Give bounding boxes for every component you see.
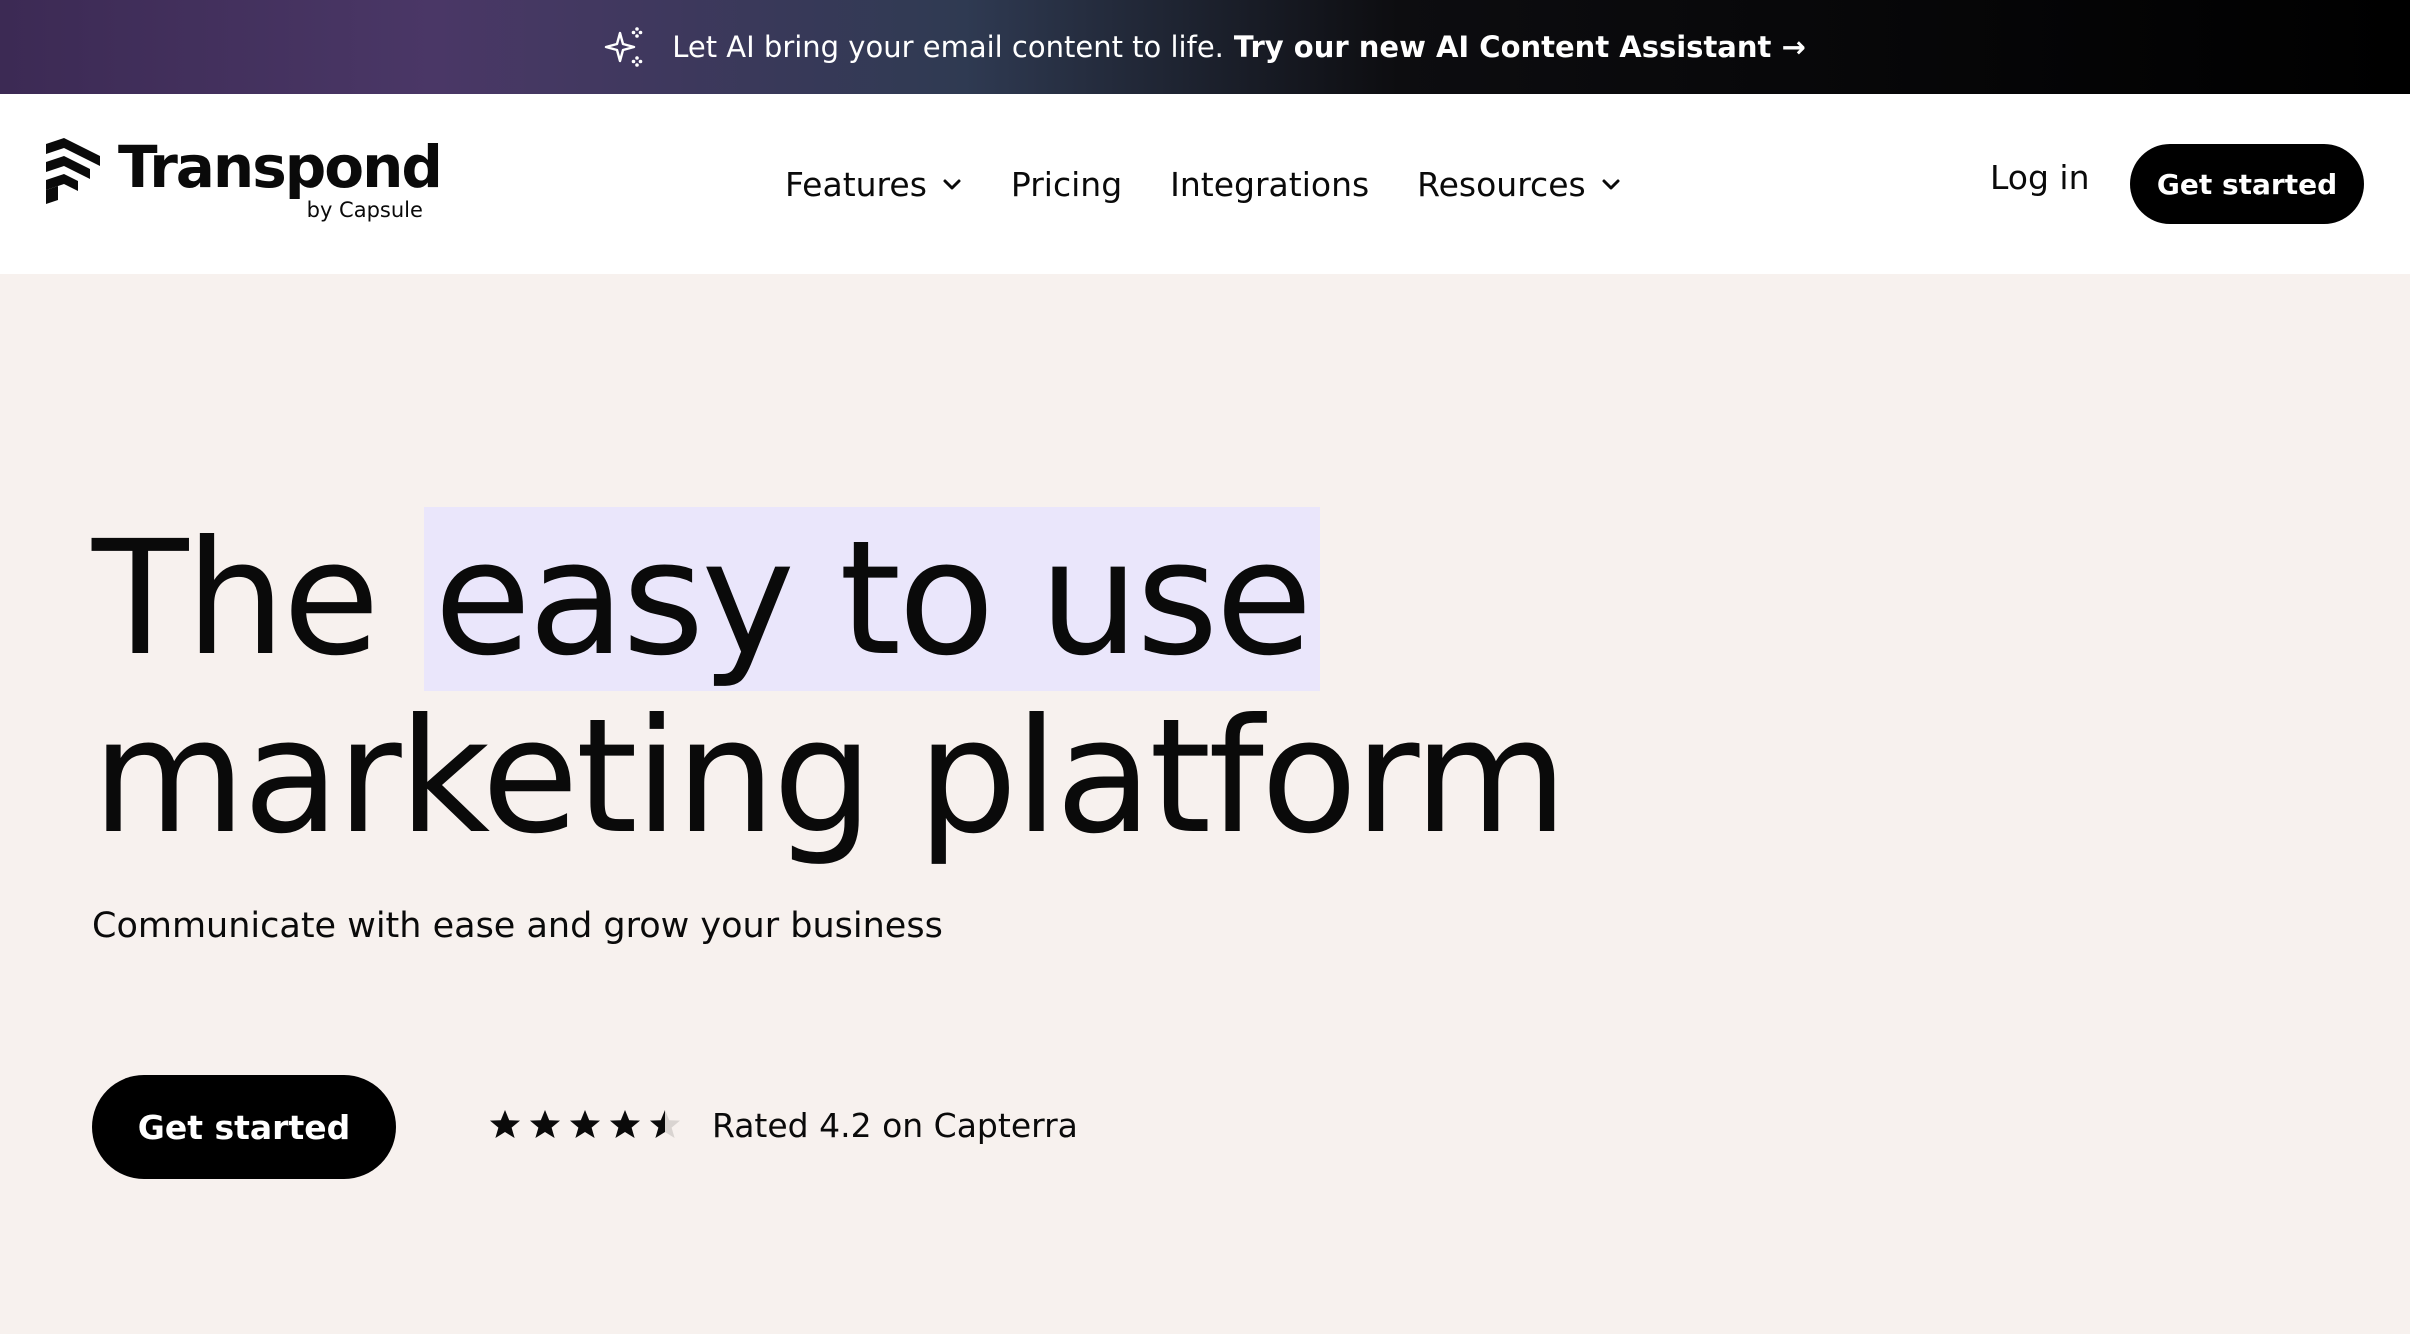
rating-text: Rated 4.2 on Capterra: [712, 1106, 1078, 1145]
ai-assistant-link[interactable]: Try our new AI Content Assistant →: [1234, 30, 1806, 64]
header-get-started-button[interactable]: Get started: [2130, 144, 2364, 224]
headline-end: marketing platform: [92, 685, 1568, 869]
star-icon: [530, 1110, 560, 1138]
hero-section: The easy to use marketing platform Commun…: [0, 274, 2410, 1334]
star-icon: [650, 1110, 680, 1138]
nav-features[interactable]: Features: [785, 165, 963, 204]
star-icon: [570, 1110, 600, 1138]
star-icon: [610, 1110, 640, 1138]
headline-start: The: [92, 507, 380, 691]
nav-pricing-label: Pricing: [1010, 164, 1123, 204]
chevron-down-icon: [1602, 179, 1620, 190]
hero-get-started-button[interactable]: Get started: [92, 1075, 396, 1179]
star-rating: [488, 1108, 688, 1142]
headline-highlight: easy to use: [424, 507, 1320, 691]
nav-pricing[interactable]: Pricing: [1011, 165, 1122, 204]
main-menu: Features Pricing Integrations Resources: [785, 94, 1670, 274]
star-icon: [490, 1110, 520, 1138]
brand-subtitle: by Capsule: [306, 198, 423, 222]
login-link[interactable]: Log in: [1990, 158, 2090, 197]
chevron-down-icon: [943, 179, 961, 190]
top-navigation: Transpond by Capsule Features Pricing In…: [0, 94, 2410, 274]
nav-integrations[interactable]: Integrations: [1170, 165, 1369, 204]
transpond-logo-icon: [46, 138, 100, 204]
nav-features-label: Features: [785, 164, 927, 204]
nav-integrations-label: Integrations: [1170, 164, 1370, 204]
sparkle-icon: [605, 27, 643, 67]
announcement-banner: Let AI bring your email content to life.…: [0, 0, 2410, 94]
brand-name: Transpond: [118, 133, 443, 201]
hero-headline: The easy to use marketing platform: [92, 507, 1568, 869]
nav-resources[interactable]: Resources: [1417, 165, 1622, 204]
nav-resources-label: Resources: [1417, 164, 1586, 204]
hero-subtitle: Communicate with ease and grow your busi…: [92, 906, 943, 946]
brand-logo[interactable]: Transpond by Capsule: [42, 133, 443, 222]
banner-text: Let AI bring your email content to life.: [672, 30, 1224, 64]
